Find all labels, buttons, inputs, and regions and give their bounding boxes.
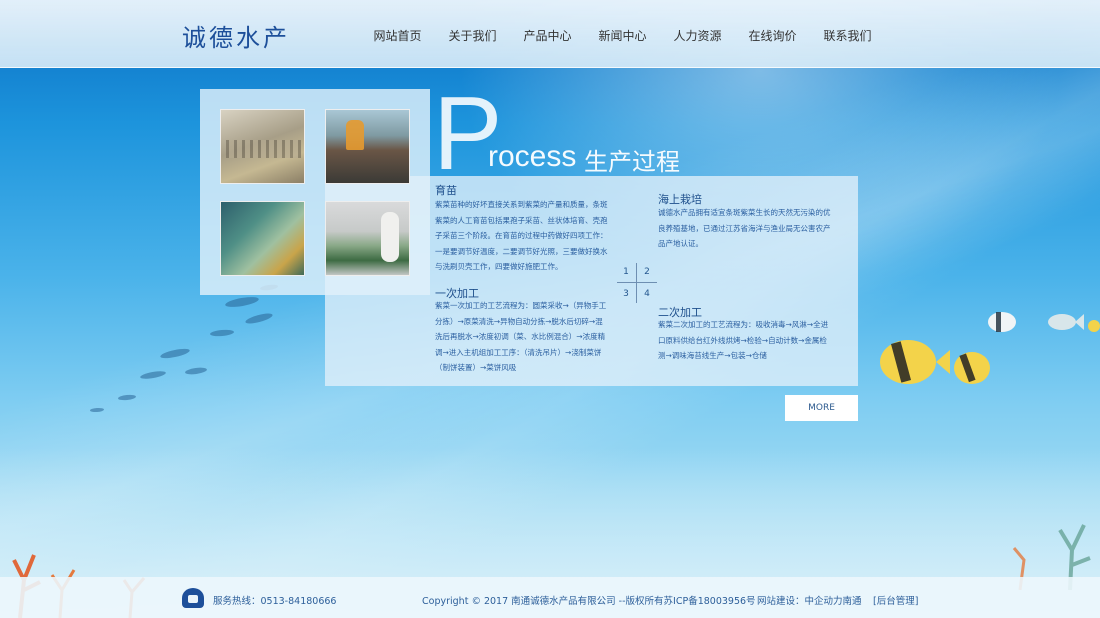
block-secondary-processing-text: 紫菜二次加工的工艺流程为：吸收消毒→风淋→全进 口原料供给台红外线烘烤→检验→自… bbox=[658, 320, 829, 360]
footer-admin-link[interactable]: [后台管理] bbox=[873, 593, 918, 607]
site-logo[interactable]: 诚德水产 bbox=[182, 18, 290, 53]
block-nursery-text: 紫菜苗种的好坏直接关系到紫菜的产量和质量，条斑 紫菜的人工育苗包括果孢子采苗、丝… bbox=[435, 200, 608, 271]
nav-home[interactable]: 网站首页 bbox=[360, 27, 435, 44]
process-photo-harvest[interactable] bbox=[325, 109, 410, 184]
nav-inquiry[interactable]: 在线询价 bbox=[735, 27, 810, 44]
nav-news[interactable]: 新闻中心 bbox=[585, 27, 660, 44]
more-button[interactable]: MORE bbox=[785, 395, 858, 421]
site-header: 诚德水产 网站首页 关于我们 产品中心 新闻中心 人力资源 在线询价 联系我们 bbox=[0, 0, 1100, 68]
tropical-fish-decoration bbox=[880, 312, 1100, 384]
nav-products[interactable]: 产品中心 bbox=[510, 27, 585, 44]
photo-panel bbox=[200, 89, 430, 295]
process-heading-cn: 生产过程 bbox=[584, 148, 680, 176]
process-heading-word: rocess bbox=[488, 140, 577, 173]
nav-contact[interactable]: 联系我们 bbox=[810, 27, 885, 44]
nav-hr[interactable]: 人力资源 bbox=[660, 27, 735, 44]
block-sea-farming-text: 诚德水产品拥有适宜条斑紫菜生长的天然无污染的优 良养殖基地，已通过江苏省海洋与渔… bbox=[658, 208, 831, 248]
footer-hotline: 服务热线：0513-84180666 bbox=[213, 596, 337, 607]
step-number-3[interactable]: 3 bbox=[617, 285, 635, 303]
step-number-grid: 1 2 3 4 bbox=[617, 263, 657, 303]
step-number-4[interactable]: 4 bbox=[638, 285, 656, 303]
block-nursery-title: 育苗 bbox=[435, 184, 457, 197]
step-number-1[interactable]: 1 bbox=[617, 263, 635, 281]
process-photo-machine[interactable] bbox=[325, 201, 410, 276]
block-primary-processing-text: 紫菜一次加工的工艺流程为：圆菜采收→（异物手工 分拣）→原菜清洗→异物自动分拣→… bbox=[435, 301, 607, 372]
main-nav: 网站首页 关于我们 产品中心 新闻中心 人力资源 在线询价 联系我们 bbox=[360, 27, 885, 44]
step-number-2[interactable]: 2 bbox=[638, 263, 656, 281]
nav-about[interactable]: 关于我们 bbox=[435, 27, 510, 44]
phone-icon bbox=[182, 588, 204, 608]
process-photo-nursery[interactable] bbox=[220, 109, 305, 184]
process-photo-factory[interactable] bbox=[220, 201, 305, 276]
footer-builder-link[interactable]: 网站建设：中企动力南通 bbox=[757, 593, 862, 607]
coral-decoration-right bbox=[1012, 524, 1091, 590]
footer-copyright: Copyright © 2017 南通诚德水产品有限公司 --版权所有苏ICP备… bbox=[422, 596, 756, 607]
